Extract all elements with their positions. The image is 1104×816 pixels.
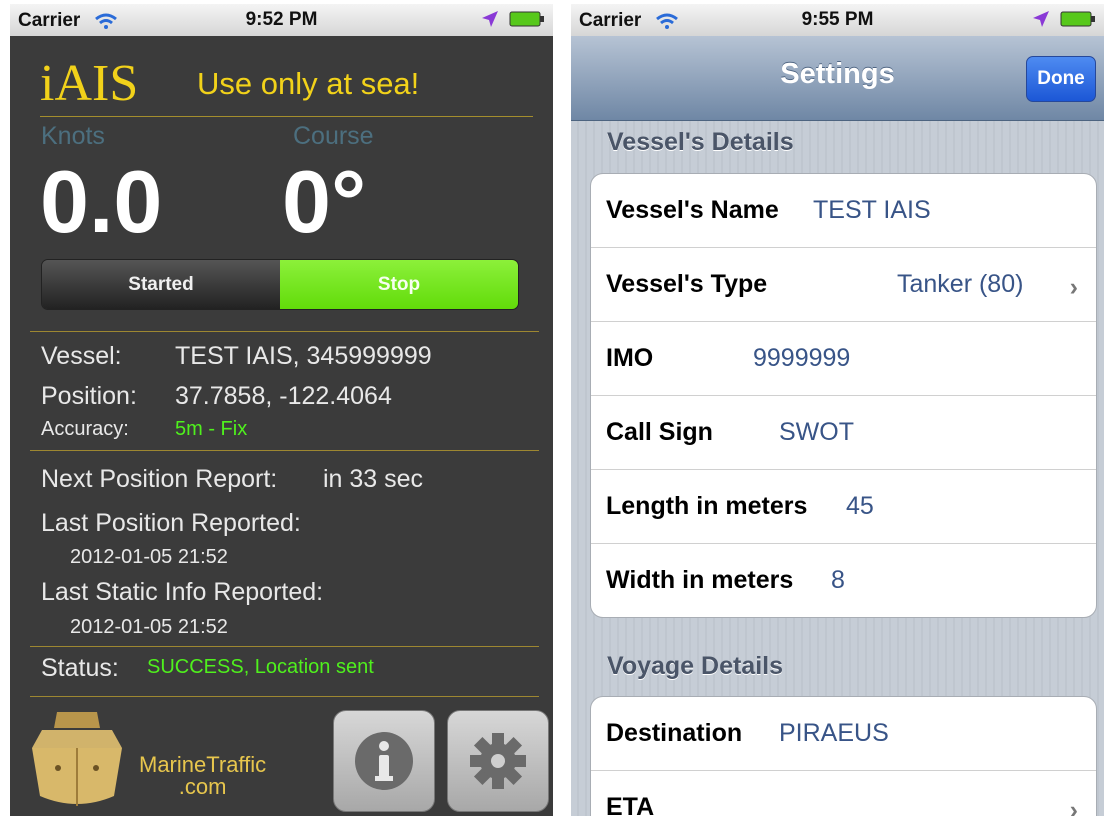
row-label: Destination <box>606 719 743 747</box>
accuracy-label: Accuracy: <box>41 418 129 440</box>
destination-row[interactable]: Destination PIRAEUS <box>591 697 1096 771</box>
iais-main-screen: Carrier 9:52 PM iAIS Use only at sea! Kn… <box>10 4 553 816</box>
brand-line-1: MarineTraffic <box>139 752 267 777</box>
row-value: TEST IAIS <box>813 196 931 224</box>
divider <box>30 331 539 332</box>
clock: 9:55 PM <box>801 9 874 30</box>
navigation-bar: Settings Done <box>571 36 1104 121</box>
app-title: iAIS <box>40 55 139 112</box>
imo-row[interactable]: IMO 9999999 <box>591 322 1096 396</box>
voyage-details-group: Destination PIRAEUS ETA › <box>590 696 1097 816</box>
knots-value: 0.0 <box>40 152 163 251</box>
settings-screen: Carrier 9:55 PM Settings Done Vessel's D… <box>571 4 1104 816</box>
chevron-right-icon: › <box>1069 273 1078 301</box>
status-label: Status: <box>41 654 119 682</box>
row-label: Width in meters <box>606 566 794 594</box>
status-icons <box>1032 10 1096 28</box>
battery-icon <box>1060 11 1095 27</box>
battery-icon <box>509 11 544 27</box>
divider <box>30 696 539 697</box>
section-header-vessel: Vessel's Details <box>607 128 794 156</box>
last-static-label: Last Static Info Reported: <box>41 578 324 606</box>
gear-icon <box>470 733 526 789</box>
vessel-value: TEST IAIS, 345999999 <box>175 342 432 370</box>
vessel-label: Vessel: <box>41 342 122 370</box>
row-label: ETA <box>606 793 655 816</box>
call-sign-row[interactable]: Call Sign SWOT <box>591 396 1096 470</box>
marinetraffic-brand[interactable]: MarineTraffic .com <box>139 754 266 798</box>
row-value: 45 <box>846 492 874 520</box>
stop-segment[interactable]: Stop <box>280 260 518 309</box>
length-row[interactable]: Length in meters 45 <box>591 470 1096 544</box>
status-value: SUCCESS, Location sent <box>147 656 374 678</box>
location-arrow-icon <box>482 11 498 27</box>
next-report-value: in 33 sec <box>323 465 424 493</box>
brand-line-2: .com <box>178 774 227 799</box>
next-report-label: Next Position Report: <box>41 465 278 493</box>
info-icon <box>355 732 413 790</box>
location-arrow-icon <box>1033 11 1049 27</box>
clock: 9:52 PM <box>245 9 318 30</box>
course-label: Course <box>293 122 374 150</box>
page-title: Settings <box>780 58 895 90</box>
last-static-value: 2012-01-05 21:52 <box>70 616 228 638</box>
row-label: IMO <box>606 344 654 372</box>
row-value: PIRAEUS <box>779 719 889 747</box>
start-stop-toggle: Started Stop <box>41 259 519 310</box>
started-segment[interactable]: Started <box>42 260 280 309</box>
row-value: SWOT <box>779 418 854 446</box>
position-label: Position: <box>41 382 137 410</box>
accuracy-value: 5m - Fix <box>175 418 248 440</box>
course-value: 0° <box>282 152 367 251</box>
divider <box>30 646 539 647</box>
eta-row[interactable]: ETA › <box>591 771 1096 816</box>
settings-button[interactable] <box>447 710 549 812</box>
done-button[interactable]: Done <box>1026 56 1096 102</box>
row-value: 8 <box>831 566 845 594</box>
row-label: Vessel's Type <box>606 270 768 298</box>
width-row[interactable]: Width in meters 8 <box>591 544 1096 617</box>
status-bar: Carrier 9:55 PM <box>571 4 1104 36</box>
title-row: iAIS Use only at sea! <box>40 52 533 117</box>
vessel-type-row[interactable]: Vessel's Type Tanker (80) › <box>591 248 1096 322</box>
vessel-details-group: Vessel's Name TEST IAIS Vessel's Type Ta… <box>590 173 1097 618</box>
status-icons <box>481 10 545 28</box>
row-label: Call Sign <box>606 418 713 446</box>
sea-warning: Use only at sea! <box>197 66 420 101</box>
chevron-right-icon: › <box>1069 796 1078 816</box>
last-position-value: 2012-01-05 21:52 <box>70 546 228 568</box>
row-value: Tanker (80) <box>897 270 1024 298</box>
knots-label: Knots <box>41 122 105 150</box>
status-bar: Carrier 9:52 PM <box>10 4 553 36</box>
last-position-label: Last Position Reported: <box>41 509 301 537</box>
vessel-name-row[interactable]: Vessel's Name TEST IAIS <box>591 174 1096 248</box>
info-button[interactable] <box>333 710 435 812</box>
row-value: 9999999 <box>753 344 851 372</box>
section-header-voyage: Voyage Details <box>607 652 784 680</box>
divider <box>30 450 539 451</box>
marinetraffic-ship-logo <box>32 712 122 806</box>
row-label: Vessel's Name <box>606 196 779 224</box>
position-value: 37.7858, -122.4064 <box>175 382 392 410</box>
row-label: Length in meters <box>606 492 808 520</box>
